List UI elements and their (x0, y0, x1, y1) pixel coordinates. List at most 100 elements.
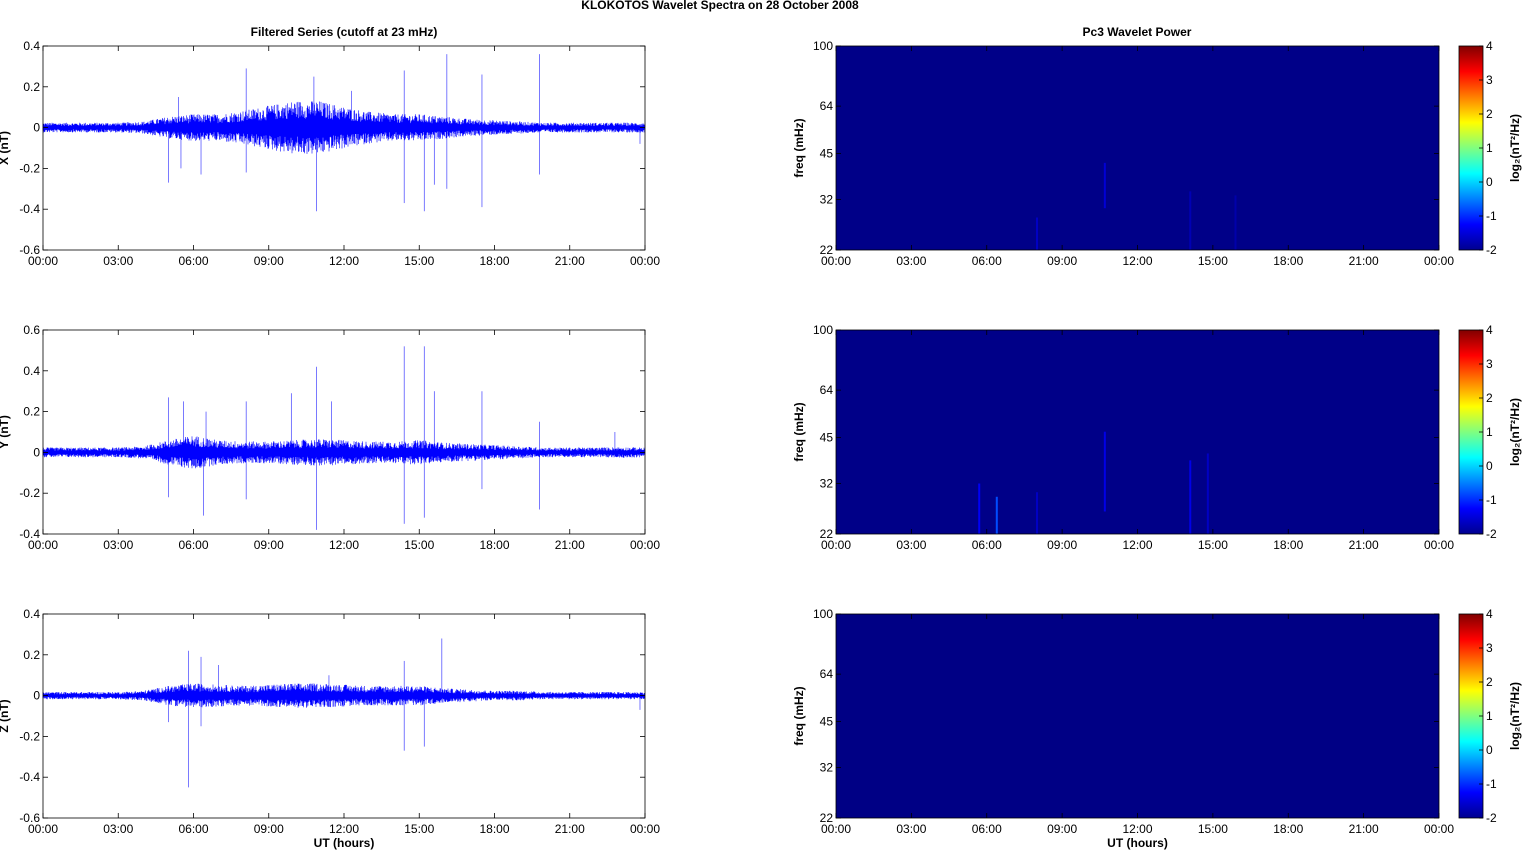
x-tick-label: 21:00 (1349, 538, 1379, 552)
x-tick-label: 09:00 (1047, 254, 1077, 268)
panel-x-series: 00:00 03:00 06:00 09:00 12:00 15:00 18:00 21:00… (0, 39, 660, 268)
x-tick-label: 21:00 (1349, 254, 1379, 268)
y-tick-label: 100 (813, 39, 833, 53)
panel-z-series: 00:00 03:00 06:00 09:00 12:00 15:00 18:00 21:00… (0, 607, 660, 850)
series-trace (42, 683, 645, 708)
colorbar-tick-label: 0 (1486, 743, 1493, 757)
x-tick-label: 18:00 (1273, 538, 1303, 552)
y-tick-label: 0 (33, 121, 40, 135)
y-tick-label: 64 (820, 667, 834, 681)
panel-x-wavelet: 00:00 03:00 06:00 09:00 12:00 15:00 18:00 21:00… (792, 39, 1522, 268)
x-tick-label: 09:00 (254, 822, 284, 836)
y-tick-label: -0.2 (19, 486, 40, 500)
heatmap-streak (995, 496, 998, 534)
right-column-title: Pc3 Wavelet Power (1083, 25, 1192, 39)
x-tick-label: 06:00 (972, 538, 1002, 552)
colorbar-tick-label: 3 (1486, 73, 1493, 87)
heatmap-streak (978, 483, 981, 534)
x-tick-label: 03:00 (896, 254, 926, 268)
colorbar-tick-label: -1 (1486, 493, 1497, 507)
y-axis-label: freq (mHz) (792, 118, 806, 177)
y-axis-label: freq (mHz) (792, 686, 806, 745)
x-tick-label: 12:00 (1122, 254, 1152, 268)
x-tick-label: 03:00 (103, 538, 133, 552)
colorbar-label: log₂(nT²/Hz) (1508, 398, 1522, 466)
colorbar-tick-label: 4 (1486, 323, 1493, 337)
y-tick-label: 32 (820, 193, 834, 207)
heatmap-streak (1103, 431, 1106, 512)
y-tick-label: -0.4 (19, 202, 40, 216)
y-axis-label: Y (nT) (0, 415, 11, 449)
colorbar-tick-label: -1 (1486, 209, 1497, 223)
y-tick-label: 0 (33, 689, 40, 703)
colorbar-tick-label: 2 (1486, 391, 1493, 405)
x-tick-label: 12:00 (329, 254, 359, 268)
x-tick-label: 12:00 (1122, 538, 1152, 552)
x-tick-label: 18:00 (479, 254, 509, 268)
y-axis-label: Z (nT) (0, 699, 11, 732)
y-tick-label: -0.2 (19, 729, 40, 743)
y-tick-label: 0.2 (23, 405, 40, 419)
colorbar-tick-label: 1 (1486, 709, 1493, 723)
x-tick-label: 15:00 (1198, 822, 1228, 836)
y-tick-label: 0 (33, 445, 40, 459)
colorbar-tick-label: 2 (1486, 675, 1493, 689)
axes-box (42, 613, 646, 819)
heatmap-streak (1206, 453, 1209, 534)
y-tick-label: 100 (813, 607, 833, 621)
panel-z-wavelet: 00:00 03:00 06:00 09:00 12:00 15:00 18:00 21:00… (792, 607, 1522, 850)
heatmap-background (836, 614, 1439, 818)
y-axis-label: freq (mHz) (792, 402, 806, 461)
colorbar-tick-label: 4 (1486, 39, 1493, 53)
colorbar-tick-label: 1 (1486, 141, 1493, 155)
y-axis-label: X (nT) (0, 131, 11, 165)
y-tick-label: 45 (820, 431, 834, 445)
y-tick-label: 64 (820, 383, 834, 397)
x-tick-label: 00:00 (1424, 254, 1454, 268)
x-tick-label: 03:00 (896, 538, 926, 552)
x-tick-label: 00:00 (630, 254, 660, 268)
panel-y-series: 00:00 03:00 06:00 09:00 12:00 15:00 18:00 21:00… (0, 323, 660, 552)
colorbar-tick-label: 3 (1486, 357, 1493, 371)
y-tick-label: 22 (820, 527, 834, 541)
y-tick-label: -0.6 (19, 243, 40, 257)
y-tick-label: -0.4 (19, 527, 40, 541)
y-tick-label: 0.2 (23, 80, 40, 94)
y-tick-label: 100 (813, 323, 833, 337)
colorbar-tick-label: -2 (1486, 243, 1497, 257)
x-tick-label: 18:00 (479, 822, 509, 836)
x-tick-label: 15:00 (404, 254, 434, 268)
x-tick-label: 00:00 (630, 538, 660, 552)
x-tick-label: 15:00 (1198, 538, 1228, 552)
colorbar-tick-label: 0 (1486, 459, 1493, 473)
x-tick-label: 06:00 (178, 538, 208, 552)
y-tick-label: 0.4 (23, 39, 40, 53)
colorbar-tick-label: 3 (1486, 641, 1493, 655)
x-tick-label: 00:00 (630, 822, 660, 836)
y-tick-label: 32 (820, 761, 834, 775)
x-tick-label: 09:00 (1047, 822, 1077, 836)
x-tick-label: 18:00 (1273, 254, 1303, 268)
colorbar-label: log₂(nT²/Hz) (1508, 682, 1522, 750)
y-tick-label: 22 (820, 243, 834, 257)
x-tick-label: 21:00 (555, 822, 585, 836)
x-tick-label: 12:00 (1122, 822, 1152, 836)
heatmap-streak (1036, 492, 1038, 534)
x-tick-label: 21:00 (555, 254, 585, 268)
x-tick-label: 03:00 (103, 822, 133, 836)
x-tick-label: 06:00 (178, 822, 208, 836)
heatmap-background (836, 330, 1439, 534)
x-tick-label: 12:00 (329, 822, 359, 836)
x-tick-label: 03:00 (103, 254, 133, 268)
colorbar-tick-label: 1 (1486, 425, 1493, 439)
x-tick-label: 15:00 (1198, 254, 1228, 268)
x-tick-label: 09:00 (254, 538, 284, 552)
x-tick-label: 00:00 (1424, 822, 1454, 836)
heatmap-streak (1189, 191, 1192, 250)
colorbar-tick-label: -2 (1486, 811, 1497, 825)
y-tick-label: -0.2 (19, 161, 40, 175)
x-tick-label: 06:00 (972, 822, 1002, 836)
y-tick-label: 0.4 (23, 607, 40, 621)
y-tick-label: -0.6 (19, 811, 40, 825)
y-tick-label: 22 (820, 811, 834, 825)
